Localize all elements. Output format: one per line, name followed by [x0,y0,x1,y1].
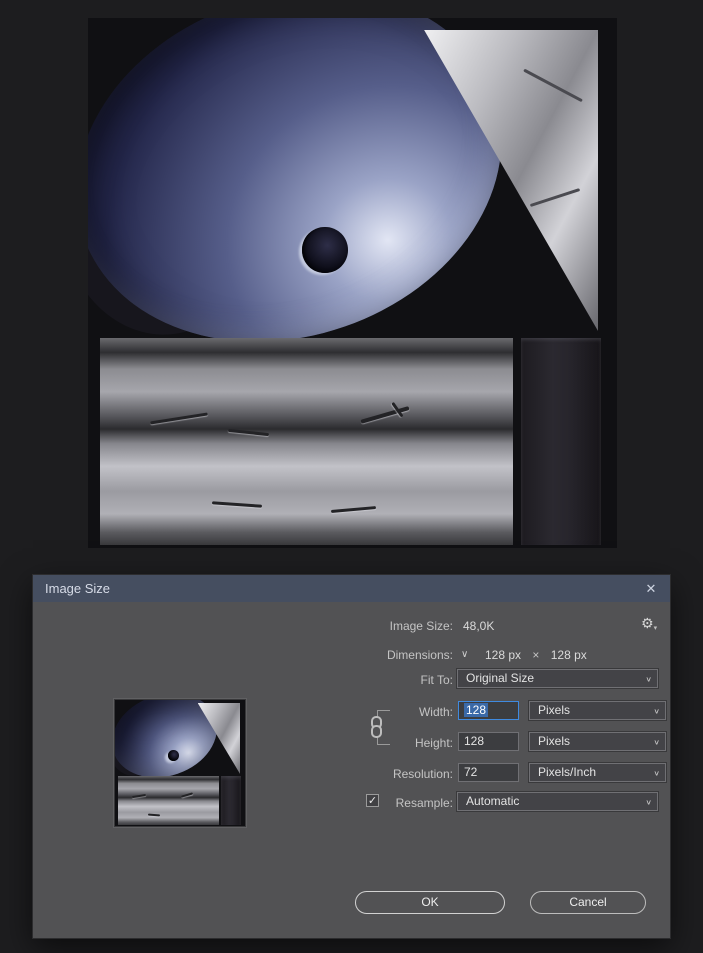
caret-down-icon: ▾ [653,625,658,632]
width-input[interactable]: 128 [458,701,519,720]
plank-crack [180,792,194,798]
triangle-crease [523,68,584,103]
image-size-dialog: Image Size ✕ Image Size: 48,0K ⚙▾ Dimens… [33,575,670,938]
dimensions-width: 128 px [485,648,522,662]
dimensions-label: Dimensions: [386,648,453,662]
texture-plank-bar [117,776,220,826]
texture-image [88,18,617,548]
triangle-crease [529,187,581,207]
texture-dark-column [520,338,602,545]
cancel-button[interactable]: Cancel [530,891,646,914]
chain-link-bottom [371,725,382,738]
resample-value: Automatic [466,794,520,808]
dialog-titlebar: Image Size ✕ [33,575,670,602]
document-canvas [88,18,617,548]
preview-texture [115,700,245,826]
fit-to-value: Original Size [466,671,535,685]
chevron-down-icon: ∨ [653,738,660,747]
plank-crack [148,813,161,817]
fit-to-select[interactable]: Original Size ∨ [457,669,658,688]
image-preview[interactable] [114,699,246,827]
link-icon[interactable] [371,716,383,739]
resample-select[interactable]: Automatic ∨ [457,792,658,811]
width-unit-select[interactable]: Pixels ∨ [529,701,666,720]
height-input[interactable]: 128 [458,732,519,751]
resolution-unit-value: Pixels/Inch [538,765,597,779]
plank-crack [331,505,377,513]
texture-hole [302,227,348,273]
width-unit-value: Pixels [538,703,571,717]
width-value: 128 [464,703,489,717]
plank-crack [211,501,262,509]
close-icon: ✕ [645,581,657,596]
texture-dark-column [221,776,242,826]
multiply-icon: × [532,648,540,662]
image-size-label: Image Size: [389,619,453,633]
plank-crack [149,412,208,425]
gear-icon: ⚙ [641,615,654,631]
texture-hole [167,749,179,761]
resolution-value: 72 [464,765,478,779]
height-unit-select[interactable]: Pixels ∨ [529,732,666,751]
close-button[interactable]: ✕ [632,575,670,602]
settings-button[interactable]: ⚙▾ [641,615,657,632]
fit-to-label: Fit To: [420,673,453,687]
chevron-down-icon: ∨ [653,707,660,716]
dimensions-dropdown-toggle[interactable]: ∨ [461,649,468,660]
dimensions-height: 128 px [550,648,587,662]
chevron-down-icon: ∨ [645,798,652,807]
plank-crack [228,428,270,437]
plank-crack [132,793,147,798]
height-unit-value: Pixels [538,734,571,748]
texture-plank-bar [100,338,513,545]
dialog-title: Image Size [45,581,111,596]
chevron-down-icon: ∨ [653,769,660,778]
chevron-down-icon: ∨ [645,675,652,684]
resolution-unit-select[interactable]: Pixels/Inch ∨ [529,763,666,782]
dimensions-value: 128 px × 128 px [485,648,587,662]
image-size-value: 48,0K [463,619,495,633]
resolution-input[interactable]: 72 [458,763,519,782]
height-value: 128 [464,734,485,748]
ok-button[interactable]: OK [355,891,505,914]
chevron-down-icon: ∨ [461,649,469,660]
